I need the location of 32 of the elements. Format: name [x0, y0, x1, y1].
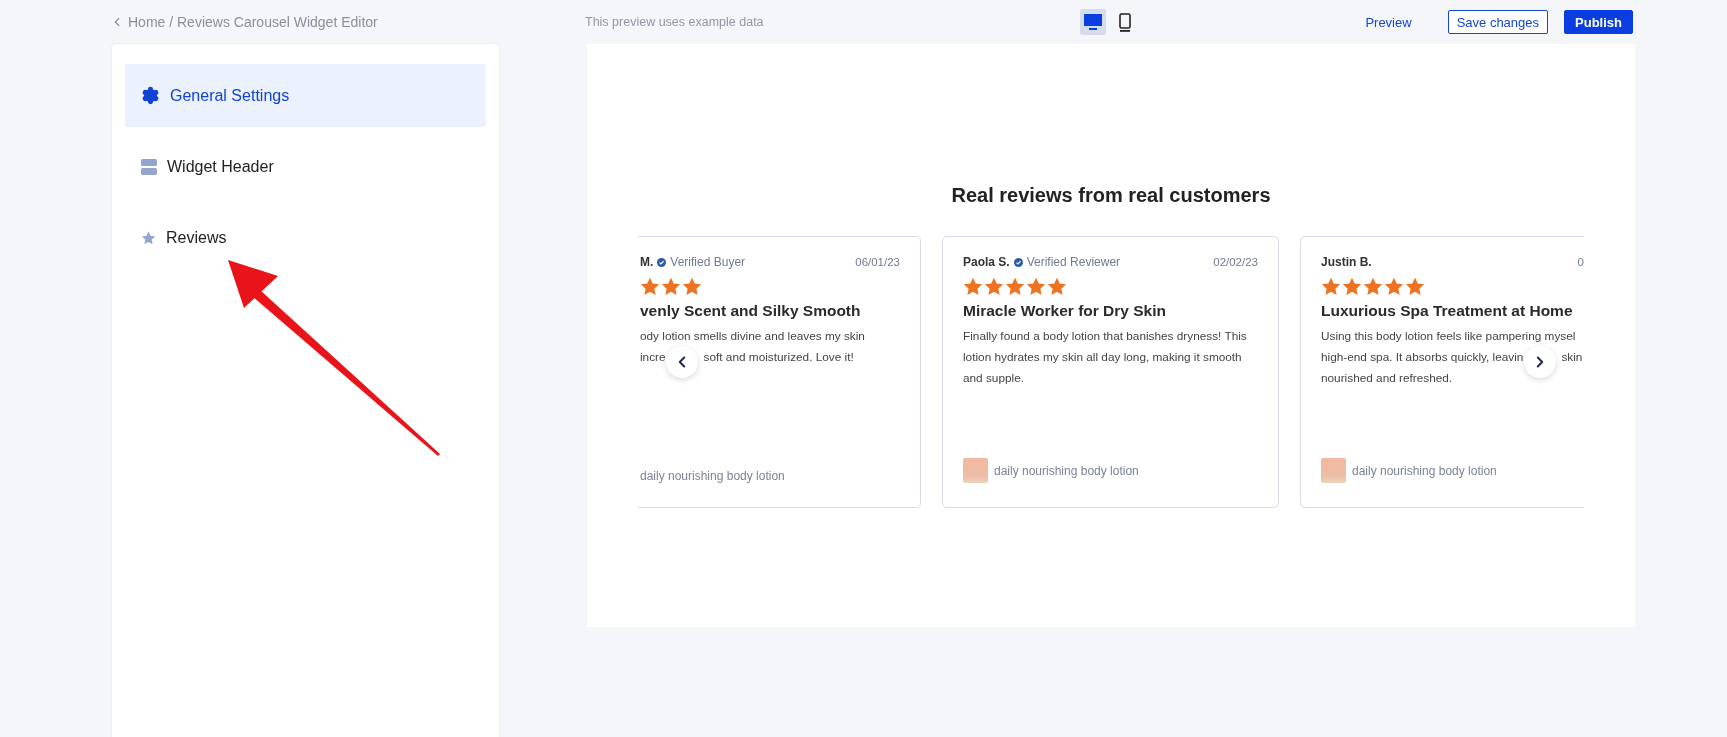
review-text: nourished and refreshed. — [1321, 370, 1453, 387]
reviewer-name: Justin B. — [1321, 255, 1372, 269]
review-date: 06/01/23 — [855, 256, 900, 268]
review-date: 02/02/23 — [1213, 256, 1258, 268]
verified-label: Verified Reviewer — [1026, 255, 1121, 269]
review-text: Finally found a body lotion that banishes dryness! This — [963, 328, 1247, 345]
verified-label: Verified Buyer — [670, 255, 746, 269]
review-title: Luxurious Spa Treatment at Home — [1321, 302, 1574, 320]
product-name: daily nourishing body lotion — [640, 469, 785, 483]
product-name: daily nourishing body lotion — [994, 463, 1139, 478]
sidebar-item[interactable]: Widget Header — [125, 135, 486, 198]
sidebar-item[interactable]: Reviews — [125, 206, 486, 269]
review-text: incre — [640, 349, 666, 366]
preview-note: This preview uses example data — [585, 15, 765, 29]
review-title: Miracle Worker for Dry Skin — [963, 302, 1167, 320]
preview-heading: Real reviews from real customers — [951, 184, 1271, 207]
review-date: 0 — [1577, 256, 1584, 268]
review-text: soft and moisturized. Love it! — [703, 349, 854, 366]
save-button[interactable]: Save changes — [1447, 10, 1549, 34]
reviewer-name: M. — [640, 255, 654, 269]
review-text: ody lotion smells divine and leaves my skin — [640, 328, 865, 345]
product-name: daily nourishing body lotion — [1352, 463, 1497, 478]
review-text: high-end spa. It absorbs quickly, leavin — [1321, 349, 1524, 366]
review-text: and supple. — [963, 370, 1024, 387]
review-text: lotion hydrates my skin all day long, making it smooth — [963, 349, 1242, 366]
review-title: venly Scent and Silky Smooth — [640, 302, 862, 320]
review-text: skin — [1561, 349, 1583, 366]
reviewer-name: Paola S. — [963, 255, 1010, 269]
review-text: Using this body lotion feels like pampering mysel — [1321, 328, 1576, 345]
publish-button[interactable]: Publish — [1564, 10, 1633, 34]
preview-link[interactable]: Preview — [1357, 10, 1420, 34]
sidebar-item[interactable]: General Settings — [125, 64, 486, 127]
